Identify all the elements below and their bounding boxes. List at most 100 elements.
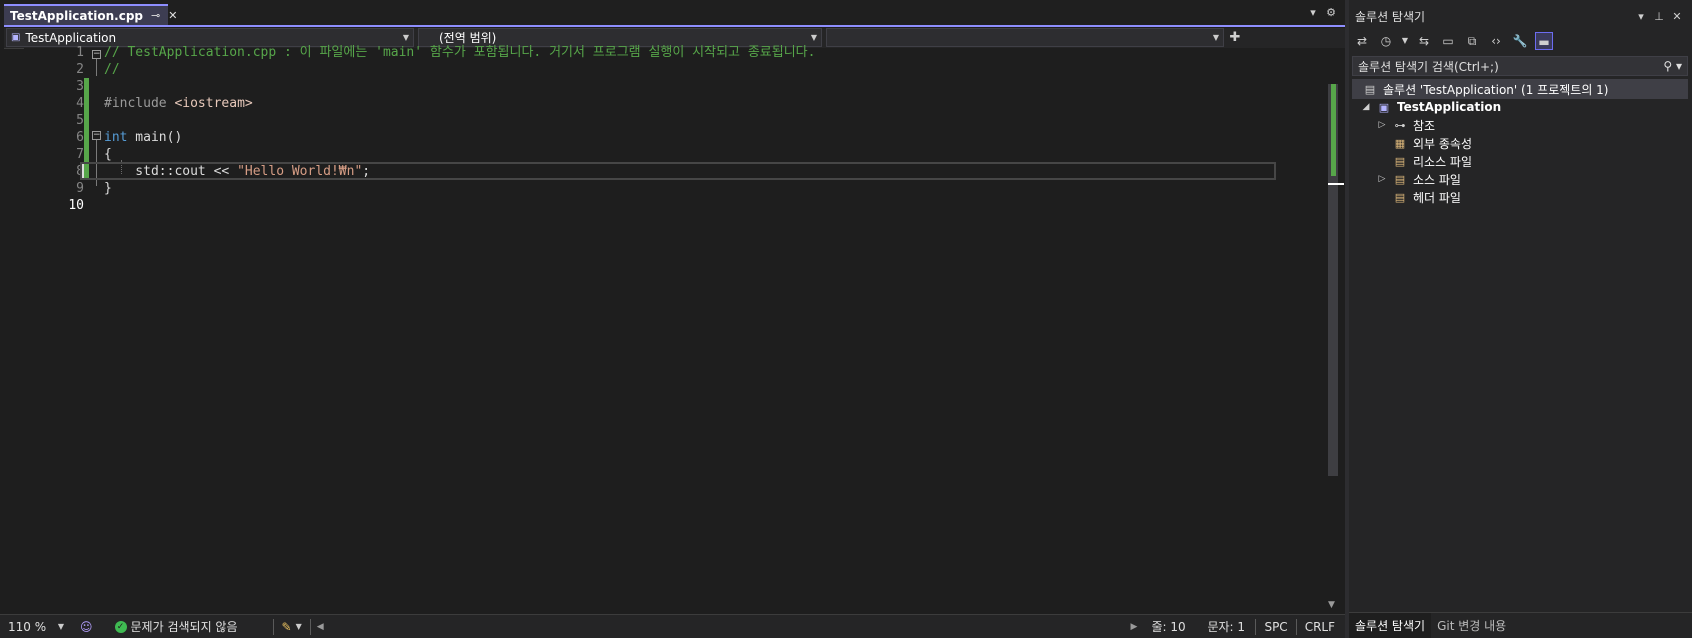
project-dropdown-label: TestApplication [25, 30, 117, 45]
chevron-down-icon: ▼ [57, 622, 64, 631]
line-number: 6 [76, 130, 84, 145]
chevron-down-icon: ▼ [402, 33, 409, 42]
tree-item-solution[interactable]: ▤ 솔루션 'TestApplication' (1 프로젝트의 1) [1363, 80, 1609, 98]
zoom-level: 110 % [8, 619, 47, 634]
filter-folder-icon: ▤ [1394, 172, 1406, 186]
code-line-9: } [104, 181, 112, 196]
code-editor[interactable]: 1 2 3 4 5 6 7 8 9 10 − − // TestApplicat… [24, 45, 1321, 614]
collapse-icon[interactable]: − [92, 50, 101, 59]
column-indicator[interactable]: 문자: 1 [1199, 616, 1255, 638]
editor-tab-label: TestApplication.cpp [10, 8, 144, 23]
collapse-icon[interactable]: − [92, 131, 101, 140]
close-icon[interactable]: ✕ [1668, 10, 1686, 23]
tree-item-source-files[interactable]: ▷ ▤ 소스 파일 [1377, 170, 1461, 188]
chevron-down-icon: ▼ [810, 33, 817, 42]
tree-item-label: 솔루션 'TestApplication' (1 프로젝트의 1) [1383, 82, 1609, 97]
code-cleanup-button[interactable]: ✎ ▼ [274, 616, 310, 638]
broom-icon: ✎ [281, 619, 292, 634]
check-circle-icon: ✓ [114, 620, 127, 633]
search-icon[interactable]: ⚲ ▾ [1663, 59, 1682, 73]
references-icon: ⊶ [1394, 118, 1406, 132]
keyword-int: int [104, 130, 128, 145]
tree-item-resource-files[interactable]: ▤ 리소스 파일 [1377, 152, 1472, 170]
preprocessor-directive: #include [104, 96, 175, 111]
close-icon[interactable]: ✕ [168, 9, 177, 22]
code-line-1: // TestApplication.cpp : 이 파일에는 'main' 함… [104, 45, 816, 60]
solution-explorer-panel: 솔루션 탐색기 ▾ ⊥ ✕ ⇄ ◷ ▼ ⇆ ▭ ⧉ ‹› 🔧 ▬ 솔루션 탐색기… [1349, 0, 1692, 638]
code-line-4: #include <iostream> [104, 95, 253, 113]
editor-status-bar: 110 % ▼ ☺ ✓ 문제가 검색되지 않음 ✎ ▼ ◀ ▶ 줄: 10 문자… [0, 614, 1345, 638]
line-number-current: 10 [68, 198, 84, 213]
tree-item-external-dependencies[interactable]: ▦ 외부 종속성 [1377, 134, 1472, 152]
copilot-icon[interactable]: ☺ [72, 616, 101, 638]
line-indicator[interactable]: 줄: 10 [1143, 616, 1199, 638]
tab-solution-explorer[interactable]: 솔루션 탐색기 [1349, 613, 1432, 638]
member-dropdown[interactable]: ▼ [826, 28, 1224, 47]
chevron-down-icon: ▼ [1212, 33, 1219, 42]
solution-search-box[interactable]: 솔루션 탐색기 검색(Ctrl+;) ⚲ ▾ [1352, 56, 1688, 76]
collapsed-arrow-icon[interactable]: ▷ [1377, 174, 1387, 184]
line-number: 1 [76, 45, 84, 60]
solution-icon: ▤ [1364, 82, 1376, 96]
chevron-down-icon: ▼ [295, 622, 302, 631]
tree-item-project[interactable]: ◢ ▣ TestApplication [1361, 98, 1502, 116]
scrollbar-change-marker [1331, 84, 1336, 176]
split-window-icon[interactable]: ✚ [1228, 30, 1242, 45]
line-number: 7 [76, 147, 84, 162]
line-number: 8 [76, 164, 84, 179]
sync-icon[interactable]: ⇆ [1415, 32, 1433, 50]
tree-item-label: 외부 종속성 [1413, 136, 1473, 151]
line-number: 2 [76, 62, 84, 77]
line-number: 5 [76, 113, 84, 128]
expanded-arrow-icon[interactable]: ◢ [1361, 102, 1371, 112]
tree-item-label: 소스 파일 [1413, 172, 1461, 187]
line-number-gutter: 1 2 3 4 5 6 7 8 9 10 [24, 45, 84, 614]
switch-views-icon[interactable]: ⇄ [1353, 32, 1371, 50]
solution-explorer-title-bar: 솔루션 탐색기 ▾ ⊥ ✕ [1349, 6, 1692, 26]
text-caret [82, 164, 84, 178]
line-ending-indicator[interactable]: CRLF [1297, 616, 1345, 638]
editor-tab-strip: TestApplication.cpp ⊸ ✕ ▾ ⚙ [0, 0, 1345, 25]
solution-explorer-bottom-tabs: 솔루션 탐색기 Git 변경 내용 [1349, 612, 1692, 638]
filter-folder-icon: ▤ [1394, 154, 1406, 168]
scroll-down-icon[interactable]: ▼ [1328, 600, 1335, 610]
tab-accent-line [4, 25, 1345, 27]
zoom-dropdown[interactable]: 110 % ▼ [0, 616, 72, 638]
scroll-left-icon[interactable]: ◀ [317, 622, 324, 632]
function-signature: main() [127, 130, 183, 145]
include-header: <iostream> [174, 96, 253, 111]
issues-indicator[interactable]: ✓ 문제가 검색되지 않음 [101, 616, 273, 638]
pin-icon[interactable]: ⊥ [1650, 10, 1668, 23]
folder-icon: ▦ [1394, 136, 1406, 150]
tree-item-label: 헤더 파일 [1413, 190, 1461, 205]
collapse-all-icon[interactable]: ▭ [1439, 32, 1457, 50]
tree-item-header-files[interactable]: ▤ 헤더 파일 [1377, 188, 1461, 206]
code-line-2: // [104, 62, 120, 77]
settings-gear-icon[interactable]: ⚙ [1324, 6, 1338, 19]
tab-overflow-dropdown-icon[interactable]: ▾ [1306, 6, 1320, 19]
whitespace-indicator[interactable]: SPC [1256, 616, 1295, 638]
project-icon: ▣ [11, 32, 21, 43]
tree-item-label: 리소스 파일 [1413, 154, 1473, 169]
history-icon[interactable]: ◷ [1377, 32, 1395, 50]
tab-git-changes[interactable]: Git 변경 내용 [1431, 613, 1512, 638]
tree-item-label: TestApplication [1397, 100, 1502, 114]
tree-item-references[interactable]: ▷ ⊶ 참조 [1377, 116, 1436, 134]
scrollbar-caret-marker [1328, 183, 1344, 185]
scroll-right-icon[interactable]: ▶ [1131, 622, 1138, 632]
solution-explorer-toolbar: ⇄ ◷ ▼ ⇆ ▭ ⧉ ‹› 🔧 ▬ [1349, 30, 1692, 52]
filter-folder-icon: ▤ [1394, 190, 1406, 204]
line-number: 9 [76, 181, 84, 196]
preview-selected-icon[interactable]: ▬ [1535, 32, 1553, 50]
chevron-down-icon[interactable]: ▼ [1401, 32, 1409, 50]
pin-icon[interactable]: ⊸ [151, 9, 160, 22]
code-view-icon[interactable]: ‹› [1487, 32, 1505, 50]
show-all-files-icon[interactable]: ⧉ [1463, 32, 1481, 50]
editor-tab-testapplication-cpp[interactable]: TestApplication.cpp ⊸ ✕ [4, 4, 177, 25]
collapsed-arrow-icon[interactable]: ▷ [1377, 120, 1387, 130]
horizontal-scrollbar[interactable]: ◀ ▶ [311, 616, 1144, 638]
wrench-icon[interactable]: 🔧 [1511, 32, 1529, 50]
search-placeholder: 솔루션 탐색기 검색(Ctrl+;) [1358, 59, 1499, 74]
chevron-down-icon[interactable]: ▾ [1632, 10, 1650, 23]
fold-guide [96, 59, 97, 76]
